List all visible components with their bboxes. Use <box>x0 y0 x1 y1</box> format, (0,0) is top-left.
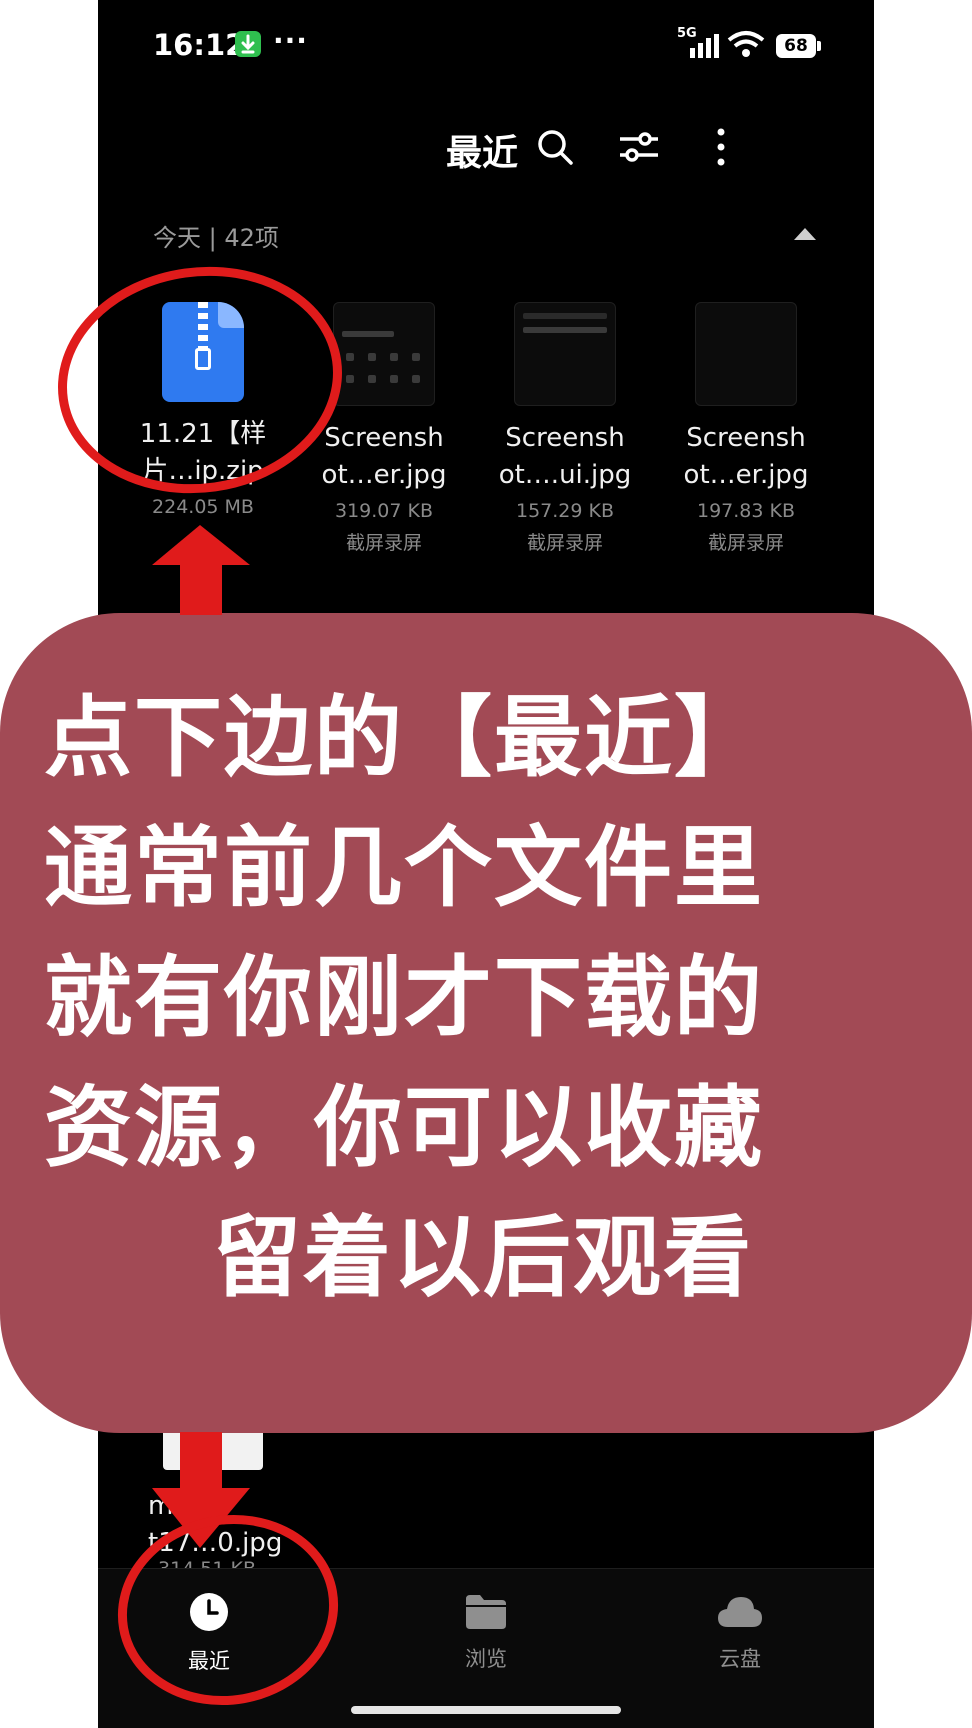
file-size: 157.29 KB <box>515 500 614 522</box>
section-header: 今天 | 42项 <box>153 224 279 252</box>
file-item[interactable]: Screensh ot…er.jpg 319.07 KB 截屏录屏 <box>294 302 474 555</box>
file-item[interactable]: Screensh ot…er.jpg 197.83 KB 截屏录屏 <box>656 302 836 555</box>
instruction-line: 通常前几个文件里 <box>44 816 765 919</box>
download-notification-icon <box>235 31 261 57</box>
more-vertical-icon[interactable] <box>696 122 746 172</box>
file-name: Screensh ot…er.jpg <box>321 423 447 490</box>
nav-label: 最近 <box>188 1649 230 1673</box>
page-title: 最近 <box>446 133 519 174</box>
collapse-icon[interactable] <box>794 228 816 240</box>
bottom-navigation: 最近 浏览 云盘 <box>98 1568 874 1728</box>
zip-file-icon <box>162 302 244 402</box>
file-name: Screensh ot…er.jpg <box>683 423 809 490</box>
nav-label: 云盘 <box>719 1647 761 1671</box>
screenshot-thumbnail <box>514 302 616 406</box>
file-item[interactable]: Screensh ot….ui.jpg 157.29 KB 截屏录屏 <box>475 302 655 555</box>
instruction-callout: 点下边的【最近】 通常前几个文件里 就有你刚才下载的 资源，你可以收藏 留着以后… <box>0 613 972 1433</box>
instruction-line: 资源，你可以收藏 <box>44 1076 765 1179</box>
nav-item-recent[interactable]: 最近 <box>149 1591 269 1675</box>
file-size: 319.07 KB <box>334 500 433 522</box>
clock-icon <box>190 1593 228 1631</box>
file-source: 截屏录屏 <box>345 532 422 554</box>
battery-level: 68 <box>776 34 816 58</box>
file-size: 197.83 KB <box>696 500 795 522</box>
signal-icon <box>690 34 719 58</box>
sliders-icon[interactable] <box>614 122 664 172</box>
file-source: 截屏录屏 <box>707 532 784 554</box>
nav-label: 浏览 <box>465 1647 507 1671</box>
screenshot-thumbnail <box>695 302 797 406</box>
instruction-line: 点下边的【最近】 <box>44 686 765 789</box>
wifi-icon <box>727 31 765 57</box>
home-indicator[interactable] <box>351 1706 621 1714</box>
search-icon[interactable] <box>530 122 580 172</box>
instruction-line: 就有你刚才下载的 <box>44 946 765 1049</box>
instruction-line: 留着以后观看 <box>212 1206 753 1309</box>
cloud-icon <box>718 1597 762 1627</box>
status-time: 16:12 <box>153 28 246 62</box>
battery-tip <box>817 41 821 51</box>
file-item[interactable]: 11.21【样 片…ip.zip 224.05 MB <box>113 302 293 524</box>
nav-item-cloud[interactable]: 云盘 <box>680 1591 800 1673</box>
folder-icon <box>466 1595 506 1629</box>
more-notifications-icon: ··· <box>273 24 308 57</box>
nav-item-browse[interactable]: 浏览 <box>426 1591 546 1673</box>
file-name: Screensh ot….ui.jpg <box>498 423 632 490</box>
screenshot-thumbnail <box>333 302 435 406</box>
file-name: mn t17…0.jpg <box>148 1491 283 1558</box>
file-name: 11.21【样 片…ip.zip <box>139 419 267 486</box>
file-size: 224.05 MB <box>152 496 254 518</box>
file-source: 截屏录屏 <box>526 532 603 554</box>
